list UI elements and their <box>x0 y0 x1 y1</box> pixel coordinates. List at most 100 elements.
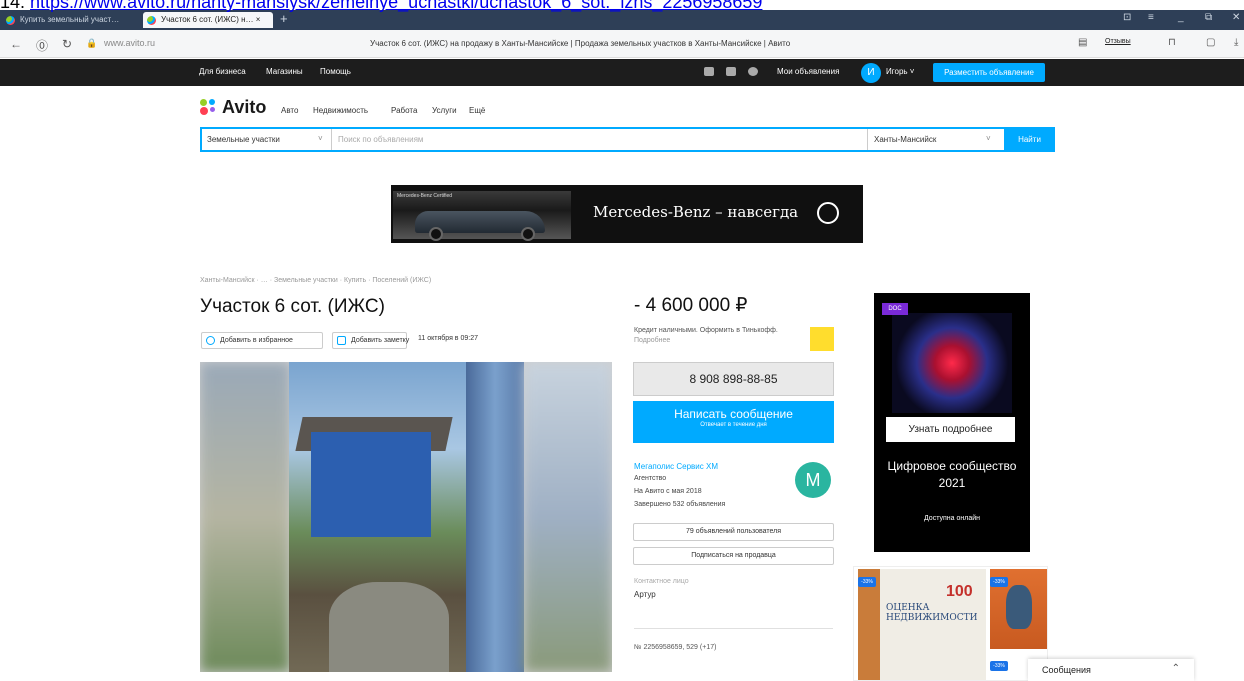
nav-shops[interactable]: Магазины <box>266 67 303 76</box>
message-button-sub: Отвечает в течение дня <box>700 422 767 428</box>
photo-house <box>311 432 431 537</box>
price-dash: - <box>634 295 646 316</box>
posted-date: 11 октября в 09:27 <box>418 335 478 342</box>
messages-widget[interactable]: Сообщения ⌃ <box>1028 659 1194 681</box>
search-button[interactable]: Найти <box>1004 127 1055 152</box>
minimize-icon[interactable]: _ <box>1178 12 1184 23</box>
ad-logo: DOC <box>882 303 908 315</box>
book-cover: 100 ОЦЕНКА НЕДВИЖИМОСТИ <box>858 569 986 680</box>
download-icon[interactable]: ⤓ <box>1234 37 1238 48</box>
nav-help[interactable]: Помощь <box>320 67 351 76</box>
url-caption-prefix: 14. <box>0 0 31 12</box>
address-bar: ← ⓪ ↻ 🔒 www.avito.ru Участок 6 сот. (ИЖС… <box>0 30 1244 58</box>
breadcrumb[interactable]: Ханты-Мансийск · … · Земельные участки ·… <box>200 277 431 284</box>
restore-icon[interactable]: ⧉ <box>1205 12 1212 23</box>
browser-tab-1[interactable]: Купить земельный участ… <box>2 12 142 28</box>
avito-logo[interactable]: Avito <box>222 97 266 118</box>
category-realty[interactable]: Недвижимость <box>313 106 368 115</box>
discount-badge: -33% <box>858 577 876 587</box>
lock-icon: 🔒 <box>86 38 98 48</box>
seller-name[interactable]: Мегаполис Сервис ХМ <box>634 462 718 471</box>
nav-my-ads[interactable]: Мои объявления <box>777 67 839 76</box>
message-button-label: Написать сообщение <box>674 407 793 421</box>
reviews-button[interactable]: Отзывы <box>1105 38 1131 45</box>
banner-small-text: Mercedes-Benz Certified <box>397 193 453 199</box>
reload-icon[interactable]: ↻ <box>62 37 72 51</box>
post-ad-button[interactable]: Разместить объявление <box>933 63 1045 82</box>
favorites-heart-icon[interactable] <box>704 67 714 76</box>
note-icon <box>337 336 346 345</box>
write-message-button[interactable]: Написать сообщение Отвечает в течение дн… <box>633 401 834 443</box>
books-ad[interactable]: 100 ОЦЕНКА НЕДВИЖИМОСТИ -33% -33% -33% <box>853 566 1048 681</box>
show-phone-button[interactable]: 8 908 898-88-85 <box>633 362 834 396</box>
bookmark-icon[interactable]: ⊡ <box>1123 12 1131 23</box>
seller-avatar[interactable]: M <box>795 462 831 498</box>
photo-gallery[interactable] <box>200 362 612 672</box>
favorites-label: Добавить в избранное <box>220 337 293 344</box>
search-input[interactable]: Поиск по объявлениям <box>338 129 858 150</box>
yandex-icon[interactable]: ⓪ <box>36 37 48 54</box>
notifications-bell-icon[interactable] <box>726 67 736 76</box>
car-wheel <box>429 227 443 241</box>
category-jobs[interactable]: Работа <box>391 106 417 115</box>
url-caption-link[interactable]: https://www.avito.ru/hanty-mansiysk/zeme… <box>30 0 762 12</box>
add-to-favorites-button[interactable]: Добавить в избранное <box>201 332 323 349</box>
nav-business[interactable]: Для бизнеса <box>199 67 246 76</box>
feedback-icon[interactable]: ▢ <box>1206 37 1215 48</box>
close-window-icon[interactable]: ✕ <box>1232 12 1240 23</box>
browser-tab-bar: Купить земельный участ… Участок 6 сот. (… <box>0 10 1244 30</box>
credit-more-link[interactable]: Подробнее <box>634 337 670 344</box>
tab-label: Купить земельный участ… <box>20 15 120 24</box>
category-more[interactable]: Ещё <box>469 106 485 115</box>
menu-icon[interactable]: ≡ <box>1148 12 1154 23</box>
gallery-prev-blur[interactable] <box>200 362 290 672</box>
seller-type: Агентство <box>634 475 667 482</box>
user-avatar[interactable]: И <box>861 63 881 83</box>
user-menu[interactable]: Игорь ˅ <box>886 67 914 76</box>
user-ads-button[interactable]: 79 объявлений пользователя <box>633 523 834 541</box>
divider <box>634 628 833 629</box>
back-arrow-icon[interactable]: ← <box>10 37 22 51</box>
category-services[interactable]: Услуги <box>432 106 457 115</box>
category-auto[interactable]: Авто <box>281 106 298 115</box>
note-label: Добавить заметку <box>351 337 410 344</box>
photo-path <box>329 582 449 672</box>
new-tab-button[interactable]: + <box>280 11 288 26</box>
extension-icon[interactable]: ▤ <box>1078 37 1087 48</box>
ad-cube-graphic <box>892 313 1012 413</box>
browser-tab-2[interactable]: Участок 6 сот. (ИЖС) н… × <box>143 12 273 28</box>
price-value: 4 600 000 ₽ <box>645 295 748 316</box>
avito-favicon <box>6 16 15 25</box>
credit-offer[interactable]: Кредит наличными. Оформить в Тинькофф. П… <box>634 326 804 346</box>
add-note-button[interactable]: Добавить заметку <box>332 332 410 349</box>
bookmarks-icon[interactable]: ⊓ <box>1168 37 1176 48</box>
car-wheel <box>521 227 535 241</box>
main-photo[interactable] <box>289 362 524 672</box>
discount-badge: -33% <box>990 577 1008 587</box>
url-caption: 14. https://www.avito.ru/hanty-mansiysk/… <box>0 0 762 12</box>
address-domain[interactable]: www.avito.ru <box>104 38 155 48</box>
chevron-down-icon: ˅ <box>318 134 323 143</box>
seller-completed: Завершено 532 объявления <box>634 501 726 508</box>
chevron-up-icon[interactable]: ⌃ <box>1172 663 1180 674</box>
subscribe-seller-button[interactable]: Подписаться на продавца <box>633 547 834 565</box>
contact-person-name: Артур <box>634 590 656 599</box>
ad-learn-more-button[interactable]: Узнать подробнее <box>886 417 1015 442</box>
seller-since: На Авито с мая 2018 <box>634 488 702 495</box>
category-select[interactable]: Земельные участки <box>202 129 332 150</box>
item-id-views: № 2256958659, 529 (+17) <box>634 644 717 651</box>
mercedes-star-icon <box>817 202 839 224</box>
messages-icon[interactable] <box>748 67 758 76</box>
city-select[interactable]: Ханты-Мансийск <box>867 129 1002 150</box>
book-title: ОЦЕНКА НЕДВИЖИМОСТИ <box>886 603 978 623</box>
tinkoff-logo <box>810 327 834 351</box>
mercedes-banner-ad[interactable]: Mercedes-Benz Certified Mercedes-Benz – … <box>391 185 863 243</box>
search-bar: Земельные участки ˅ Поиск по объявлениям… <box>200 127 1055 152</box>
banner-slogan: Mercedes-Benz – навсегда <box>593 203 799 221</box>
digital-community-ad[interactable]: DOC Узнать подробнее Цифровое сообщество… <box>874 293 1030 552</box>
heart-icon <box>206 336 215 345</box>
avito-favicon <box>147 16 156 25</box>
gallery-next-blur[interactable] <box>524 362 612 672</box>
category-select-value: Земельные участки <box>207 135 280 144</box>
ad-title: Цифровое сообщество 2021 <box>887 459 1017 490</box>
